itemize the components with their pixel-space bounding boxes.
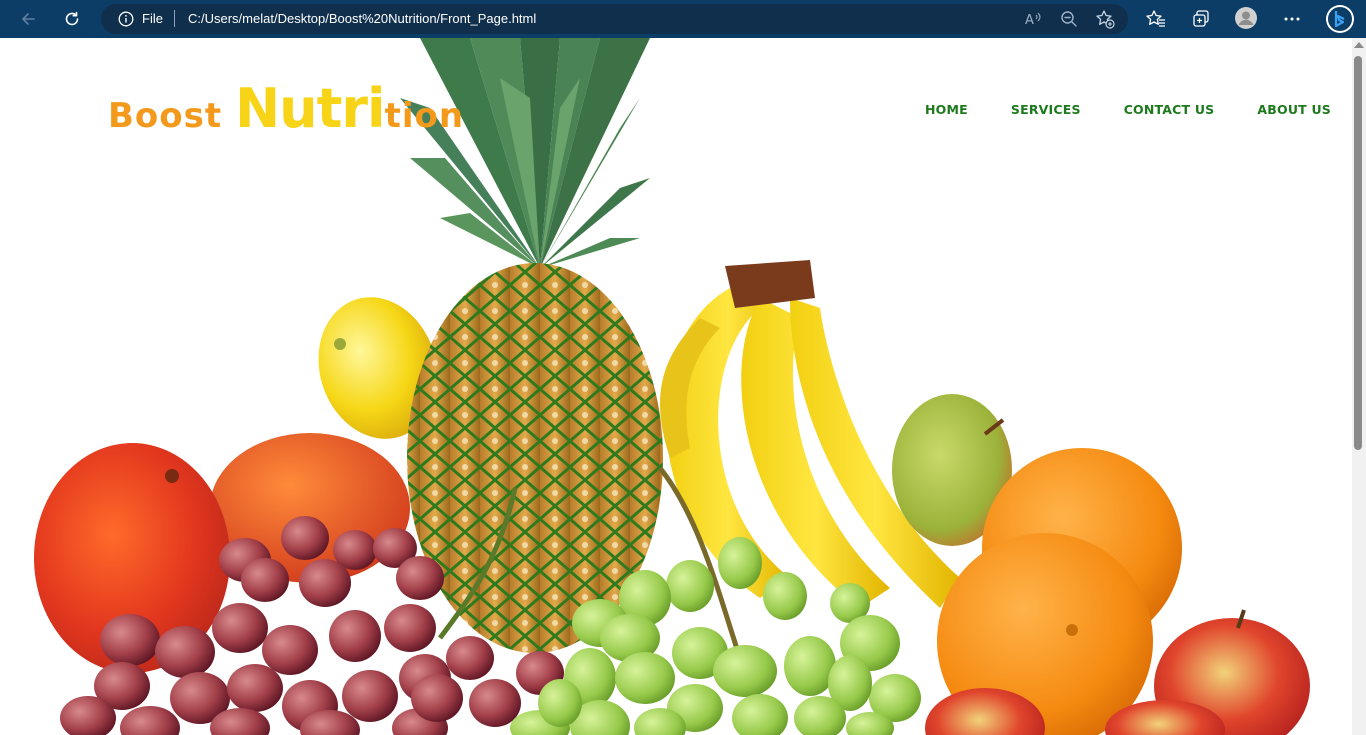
fruit-hero-image xyxy=(34,38,1310,735)
collections-icon[interactable] xyxy=(1191,9,1211,29)
scrollbar-thumb[interactable] xyxy=(1354,56,1362,450)
nav-home-link[interactable]: HOME xyxy=(925,102,968,117)
browser-toolbar: File C:/Users/melat/Desktop/Boost%20Nutr… xyxy=(0,0,1366,38)
logo-boost: Boost xyxy=(108,96,235,136)
favorites-icon[interactable] xyxy=(1146,9,1166,29)
nav-services-link[interactable]: SERVICES xyxy=(1011,102,1081,117)
nav-about-link[interactable]: ABOUT US xyxy=(1257,102,1331,117)
scroll-up-arrow-icon[interactable] xyxy=(1354,42,1364,48)
add-favorite-icon[interactable] xyxy=(1095,9,1115,29)
back-icon xyxy=(22,13,35,25)
back-button[interactable] xyxy=(15,6,41,32)
nav-contact-link[interactable]: CONTACT US xyxy=(1124,102,1215,117)
main-nav: HOME SERVICES CONTACT US ABOUT US xyxy=(925,102,1331,117)
address-scheme-label: File xyxy=(142,11,163,26)
site-logo[interactable]: Boost Nutrition xyxy=(108,82,464,136)
zoom-out-icon[interactable] xyxy=(1059,9,1079,29)
read-aloud-icon[interactable]: A xyxy=(1024,9,1044,29)
bing-icon[interactable] xyxy=(1325,4,1355,34)
more-icon[interactable] xyxy=(1282,9,1302,29)
pineapple-leaves xyxy=(400,38,650,268)
logo-nutri: Nutri xyxy=(234,77,386,140)
refresh-icon xyxy=(65,11,79,26)
profile-icon[interactable] xyxy=(1235,7,1257,29)
refresh-button[interactable] xyxy=(59,6,85,32)
info-icon[interactable] xyxy=(118,11,134,32)
svg-text:A: A xyxy=(1025,13,1034,27)
logo-tion: tion xyxy=(384,96,465,136)
address-url[interactable]: C:/Users/melat/Desktop/Boost%20Nutrition… xyxy=(188,11,536,26)
web-page: Boost Nutrition HOME SERVICES CONTACT US… xyxy=(0,38,1352,735)
address-divider xyxy=(174,10,175,27)
